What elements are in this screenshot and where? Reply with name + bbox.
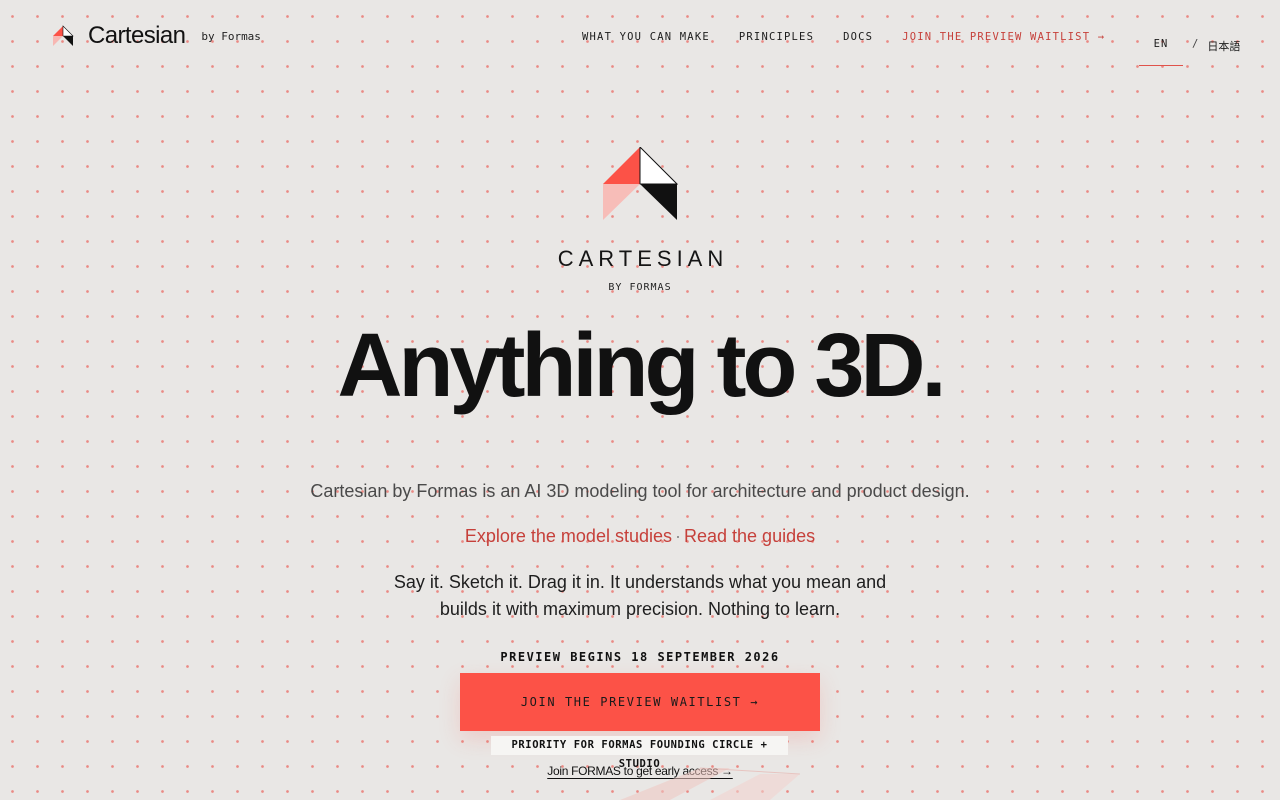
preview-date: PREVIEW BEGINS 18 SEPTEMBER 2026 bbox=[500, 650, 780, 664]
hero-pitch: Say it. Sketch it. Drag it in. It unders… bbox=[0, 569, 1280, 623]
language-switcher: EN / 日本語 bbox=[1139, 38, 1249, 66]
nav-principles[interactable]: PRINCIPLES bbox=[739, 30, 814, 44]
pitch-line-1: Say it. Sketch it. Drag it in. It unders… bbox=[393, 572, 887, 592]
hero-headline: Anything to 3D. bbox=[337, 316, 947, 416]
brand-by-label: by Formas bbox=[201, 29, 261, 43]
hero-wordmark-by: BY FORMAS bbox=[608, 282, 672, 293]
lang-separator: / bbox=[1192, 38, 1199, 50]
main-nav: WHAT YOU CAN MAKE PRINCIPLES DOCS JOIN T… bbox=[582, 30, 1105, 44]
explore-model-studies-link[interactable]: Explore the model studies bbox=[465, 526, 672, 546]
pitch-line-2: builds it with maximum precision. Nothin… bbox=[439, 599, 841, 619]
nav-join-waitlist[interactable]: JOIN THE PREVIEW WAITLIST → bbox=[902, 30, 1105, 44]
lang-ja[interactable]: 日本語 bbox=[1207, 38, 1240, 66]
nav-what-you-can-make[interactable]: WHAT YOU CAN MAKE bbox=[582, 30, 710, 44]
cartesian-logo-icon bbox=[53, 25, 74, 46]
priority-note: PRIORITY FOR FORMAS FOUNDING CIRCLE + ST… bbox=[491, 736, 788, 770]
links-separator: · bbox=[675, 526, 681, 546]
hero-tagline: Cartesian by Formas is an AI 3D modeling… bbox=[310, 481, 970, 501]
cartesian-mark-icon bbox=[603, 147, 678, 220]
hero-links: Explore the model studies · Read the guide… bbox=[0, 526, 1280, 547]
background-structure-graphic bbox=[620, 767, 801, 800]
hero-wordmark: CARTESIAN bbox=[557, 246, 729, 271]
lang-en[interactable]: EN bbox=[1139, 38, 1183, 66]
brand-name: Cartesian bbox=[88, 22, 186, 49]
brand[interactable]: Cartesian by Formas bbox=[52, 22, 261, 50]
nav-docs[interactable]: DOCS bbox=[843, 30, 873, 44]
read-guides-link[interactable]: Read the guides bbox=[684, 526, 815, 546]
join-waitlist-button[interactable]: JOIN THE PREVIEW WAITLIST → bbox=[460, 673, 820, 731]
